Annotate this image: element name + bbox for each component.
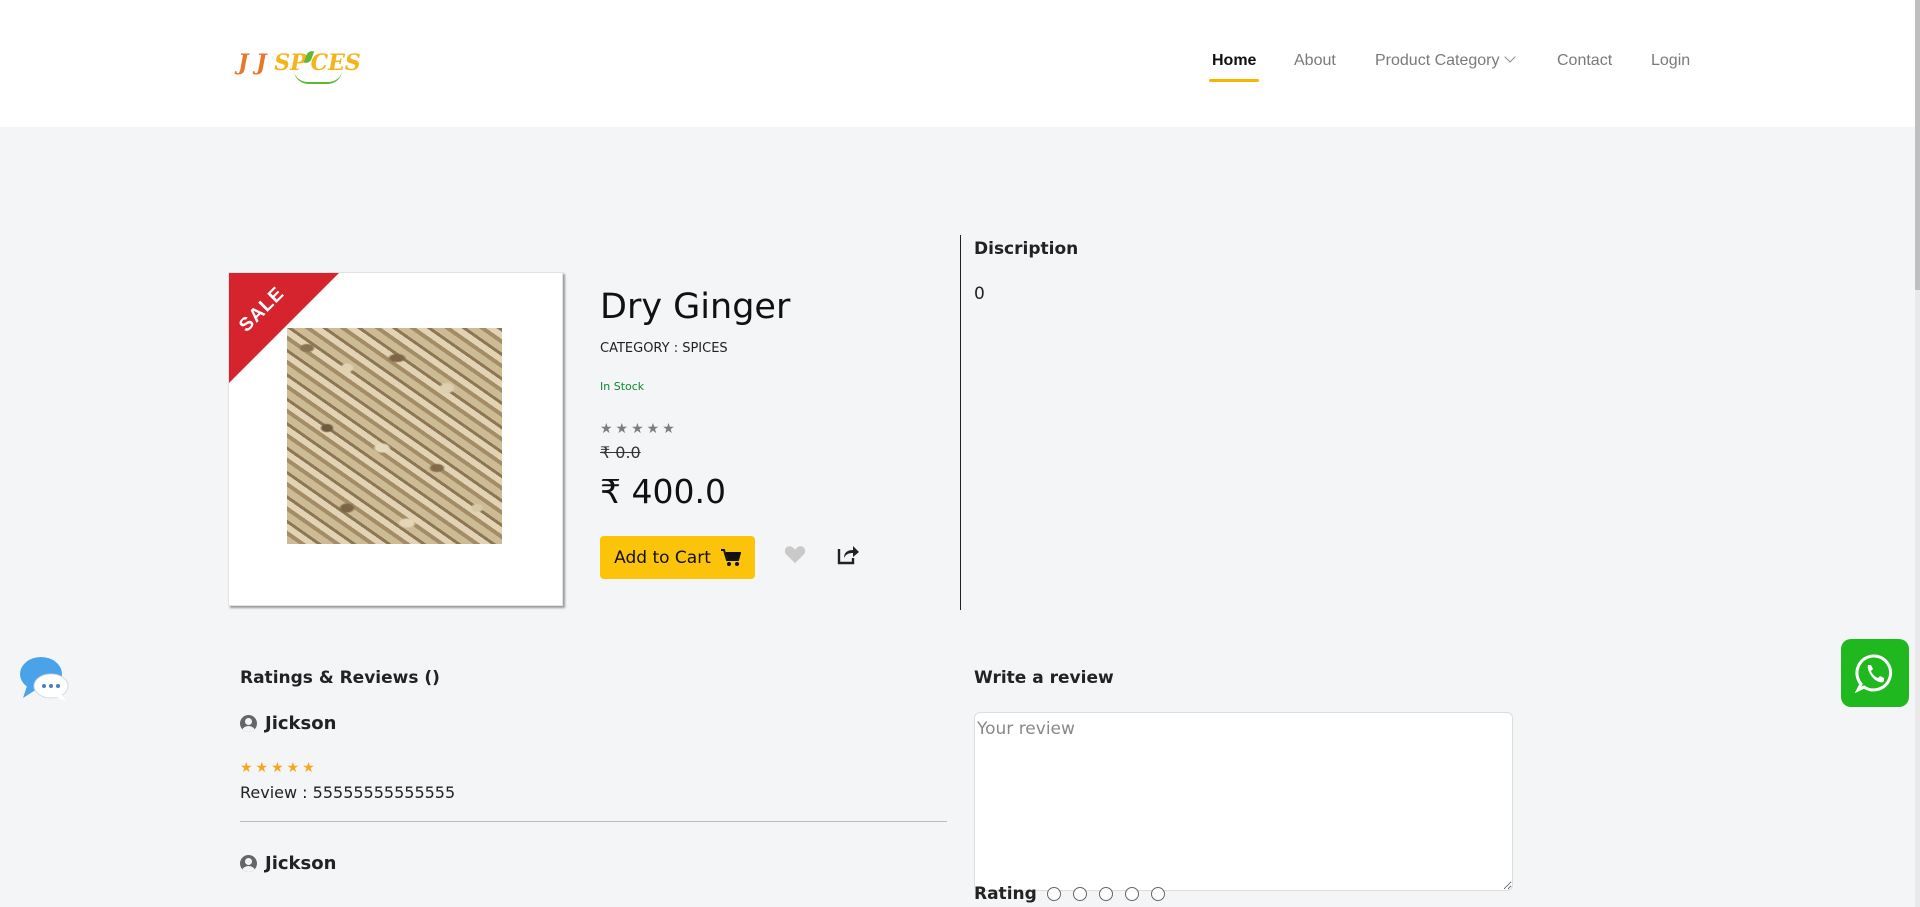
nav-product-category-label: Product Category xyxy=(1375,52,1500,69)
logo-swoosh xyxy=(294,70,342,84)
review-user: Jickson xyxy=(240,853,336,874)
product-image-frame: SALE xyxy=(228,272,563,606)
product-rating-stars: ★★★★★ xyxy=(600,421,678,437)
review-text: Review : 55555555555555 xyxy=(240,783,456,802)
site-header: J J SP CES Home About Product Category Co… xyxy=(0,0,1915,127)
add-to-cart-button[interactable]: Add to Cart xyxy=(600,536,755,579)
rating-radio-5[interactable] xyxy=(1150,887,1165,901)
logo-letter-j: J xyxy=(256,50,267,76)
review-divider xyxy=(240,821,947,822)
description-body: 0 xyxy=(974,284,985,304)
old-price: ₹ 0.0 xyxy=(600,443,641,462)
brand-logo[interactable]: J J SP CES xyxy=(238,40,373,86)
product-image xyxy=(287,328,502,544)
rating-radio-1[interactable] xyxy=(1046,887,1061,901)
rating-radio-4[interactable] xyxy=(1124,887,1139,901)
rating-options xyxy=(1046,887,1165,901)
nav-product-category[interactable]: Product Category xyxy=(1375,51,1516,70)
review-stars: ★★★★★ xyxy=(240,760,318,776)
write-review-title: Write a review xyxy=(974,668,1114,688)
chevron-down-icon xyxy=(1503,51,1516,63)
stock-status: In Stock xyxy=(600,380,645,393)
review-textarea[interactable] xyxy=(974,712,1513,891)
cart-icon xyxy=(720,548,741,566)
product-category: CATEGORY : SPICES xyxy=(600,341,728,356)
page-scrollbar[interactable] xyxy=(1915,0,1920,907)
nav-login[interactable]: Login xyxy=(1651,52,1690,70)
ratings-reviews-title: Ratings & Reviews () xyxy=(240,668,440,688)
scrollbar-thumb[interactable] xyxy=(1915,0,1920,290)
review-user: Jickson xyxy=(240,713,336,734)
current-price: ₹ 400.0 xyxy=(600,472,726,511)
whatsapp-icon xyxy=(1855,654,1893,693)
user-circle-icon xyxy=(240,715,257,732)
rating-label: Rating xyxy=(974,884,1037,904)
description-title: Discription xyxy=(974,239,1079,259)
nav-contact[interactable]: Contact xyxy=(1557,52,1612,70)
nav-about[interactable]: About xyxy=(1294,52,1336,70)
rating-radio-3[interactable] xyxy=(1098,887,1113,901)
vertical-divider xyxy=(960,235,961,610)
rating-radio-2[interactable] xyxy=(1072,887,1087,901)
user-circle-icon xyxy=(240,855,257,872)
logo-letter-j: J xyxy=(238,50,249,76)
review-user-name: Jickson xyxy=(265,853,337,874)
product-title: Dry Ginger xyxy=(600,287,791,327)
share-icon[interactable] xyxy=(836,543,860,565)
rating-selector: Rating xyxy=(974,884,1165,904)
heart-icon[interactable] xyxy=(784,543,806,565)
add-to-cart-label: Add to Cart xyxy=(614,547,711,568)
review-user-name: Jickson xyxy=(265,713,337,734)
whatsapp-button[interactable] xyxy=(1841,639,1909,707)
chat-bubble-icon[interactable] xyxy=(19,654,71,706)
nav-home[interactable]: Home xyxy=(1208,52,1260,82)
